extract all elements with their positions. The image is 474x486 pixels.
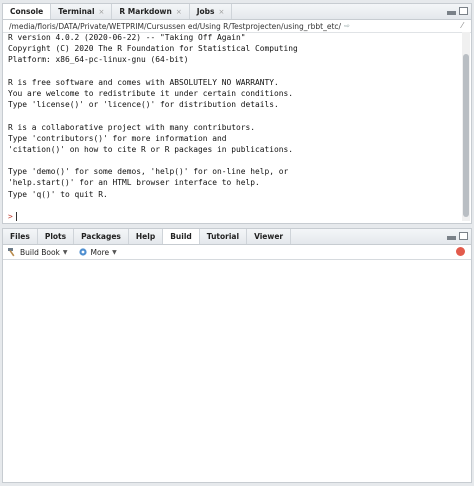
window-controls <box>447 232 468 240</box>
close-icon[interactable]: × <box>99 8 105 16</box>
tab-packages[interactable]: Packages <box>74 229 129 244</box>
console-line: Platform: x86_64-pc-linux-gnu (64-bit) <box>8 55 189 65</box>
console-tabbar: Console Terminal × R Markdown × Jobs × <box>3 4 471 20</box>
go-to-directory-icon[interactable]: ⇨ <box>344 22 350 30</box>
stop-icon[interactable] <box>456 247 465 256</box>
console-prompt-line[interactable]: > <box>8 211 461 222</box>
tab-help[interactable]: Help <box>129 229 164 244</box>
build-output <box>3 260 471 482</box>
tab-files[interactable]: Files <box>3 229 38 244</box>
tab-jobs[interactable]: Jobs × <box>190 4 233 19</box>
close-icon[interactable]: × <box>218 8 224 16</box>
close-icon[interactable]: × <box>176 8 182 16</box>
console-output[interactable]: R version 4.0.2 (2020-06-22) -- "Taking … <box>3 32 461 223</box>
more-label: More <box>90 247 110 257</box>
files-pane: Files Plots Packages Help Build Tutorial… <box>2 228 472 483</box>
clear-console-icon[interactable]: ⁄ <box>462 21 463 30</box>
console-line: Type 'demo()' for some demos, 'help()' f… <box>8 167 289 177</box>
console-prompt: > <box>8 212 13 221</box>
more-button[interactable]: More ▼ <box>78 247 117 257</box>
minimize-icon[interactable] <box>447 11 456 15</box>
tab-label: Jobs <box>196 7 215 16</box>
tab-tutorial[interactable]: Tutorial <box>200 229 248 244</box>
chevron-down-icon: ▼ <box>62 248 68 256</box>
console-line: Type 'contributors()' for more informati… <box>8 133 227 143</box>
tab-label: Help <box>135 232 156 241</box>
console-line: 'citation()' on how to cite R or R packa… <box>8 144 294 154</box>
console-line: R is a collaborative project with many c… <box>8 122 256 132</box>
console-line: R version 4.0.2 (2020-06-22) -- "Taking … <box>8 33 246 42</box>
text-cursor <box>15 212 17 221</box>
scrollbar-thumb[interactable] <box>463 54 469 217</box>
maximize-icon[interactable] <box>459 232 468 240</box>
console-line: You are welcome to redistribute it under… <box>8 88 294 98</box>
tab-label: Packages <box>81 232 121 241</box>
tab-build[interactable]: Build <box>163 229 200 244</box>
tab-label: Plots <box>44 232 67 241</box>
chevron-down-icon: ▼ <box>112 248 117 256</box>
tab-label: Build <box>170 232 192 241</box>
tab-console[interactable]: Console <box>3 4 52 19</box>
hammer-icon <box>8 248 15 257</box>
console-line: R is free software and comes with ABSOLU… <box>8 77 279 87</box>
build-toolbar: Build Book ▼ More ▼ <box>3 245 471 260</box>
working-directory-path: /media/floris/DATA/Private/WETPRIM/Cursu… <box>9 21 342 31</box>
tab-terminal[interactable]: Terminal × <box>51 4 113 19</box>
window-controls <box>447 7 468 15</box>
console-line: Copyright (C) 2020 The R Foundation for … <box>8 44 298 54</box>
build-book-label: Build Book <box>20 247 60 257</box>
tab-plots[interactable]: Plots <box>38 229 75 244</box>
tab-label: Viewer <box>254 232 284 241</box>
files-tabbar: Files Plots Packages Help Build Tutorial… <box>3 229 471 245</box>
maximize-icon[interactable] <box>459 7 468 15</box>
tab-label: Files <box>10 232 30 241</box>
tab-label: R Markdown <box>119 7 172 16</box>
tab-viewer[interactable]: Viewer <box>247 229 292 244</box>
console-pane: Console Terminal × R Markdown × Jobs × /… <box>2 3 472 224</box>
console-line: 'help.start()' for an HTML browser inter… <box>8 178 260 188</box>
tab-label: Tutorial <box>206 232 240 241</box>
tab-label: Console <box>10 7 44 16</box>
console-line: Type 'license()' or 'licence()' for dist… <box>8 100 279 110</box>
tab-r-markdown[interactable]: R Markdown × <box>112 4 190 19</box>
minimize-icon[interactable] <box>447 236 456 240</box>
console-line: Type 'q()' to quit R. <box>8 189 108 199</box>
tab-label: Terminal <box>58 7 95 16</box>
build-book-button[interactable]: Build Book ▼ <box>7 247 68 257</box>
gear-icon <box>78 248 87 256</box>
console-scrollbar[interactable] <box>462 32 470 221</box>
